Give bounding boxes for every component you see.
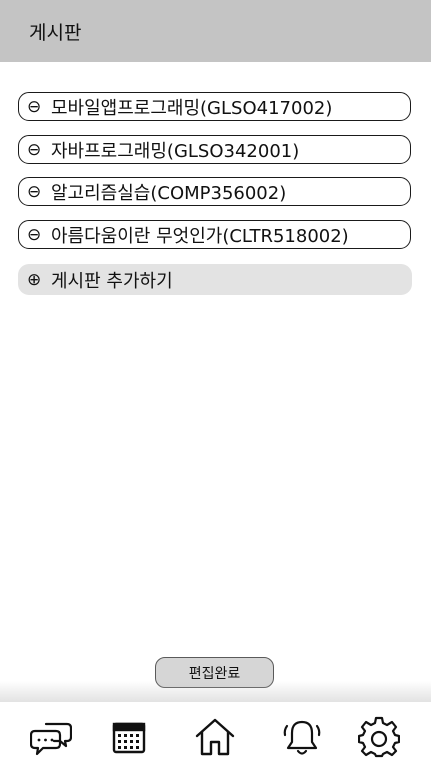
board-item[interactable]: ⊖ 아름다움이란 무엇인가(CLTR518002) xyxy=(18,220,411,249)
remove-icon[interactable]: ⊖ xyxy=(27,182,51,202)
board-label: 모바일앱프로그래밍(GLSO417002) xyxy=(51,97,333,119)
board-label: 아름다움이란 무엇인가(CLTR518002) xyxy=(51,225,349,247)
board-label: 자바프로그래밍(GLSO342001) xyxy=(51,140,300,162)
app-header: 게시판 xyxy=(0,0,431,62)
remove-icon[interactable]: ⊖ xyxy=(27,225,51,245)
add-board-button[interactable]: ⊕ 게시판 추가하기 xyxy=(18,264,412,295)
gear-icon[interactable] xyxy=(358,716,400,758)
board-item[interactable]: ⊖ 자바프로그래밍(GLSO342001) xyxy=(18,135,411,164)
page-title: 게시판 xyxy=(29,22,82,44)
add-board-label: 게시판 추가하기 xyxy=(51,270,173,292)
bell-icon[interactable] xyxy=(281,716,323,758)
board-item[interactable]: ⊖ 모바일앱프로그래밍(GLSO417002) xyxy=(18,92,411,121)
home-icon[interactable] xyxy=(194,716,236,758)
add-icon: ⊕ xyxy=(27,269,42,290)
board-item[interactable]: ⊖ 알고리즘실습(COMP356002) xyxy=(18,177,411,206)
calendar-icon[interactable] xyxy=(108,716,150,758)
chat-icon[interactable] xyxy=(30,716,72,758)
bottom-nav xyxy=(0,702,431,767)
remove-icon[interactable]: ⊖ xyxy=(27,140,51,160)
nav-shadow xyxy=(0,681,431,703)
remove-icon[interactable]: ⊖ xyxy=(27,97,51,117)
board-label: 알고리즘실습(COMP356002) xyxy=(51,182,287,204)
